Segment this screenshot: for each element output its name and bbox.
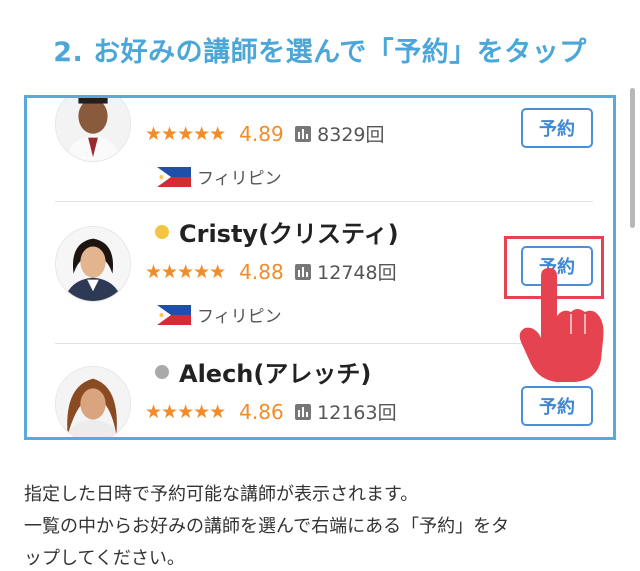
- rating-value: 4.86: [239, 399, 284, 424]
- teacher-name-line: Cristy(クリスティ): [155, 214, 399, 249]
- step-title: 2. お好みの講師を選んで「予約」をタップ: [53, 37, 587, 68]
- pointing-hand-icon: [519, 268, 604, 382]
- rating-line: ★★★★★ 4.89 8329回: [145, 120, 385, 147]
- rating-stars: ★★★★★: [145, 122, 226, 145]
- philippines-flag-icon: [157, 304, 191, 325]
- lesson-count: 12748回: [317, 262, 397, 284]
- teacher-avatar: [55, 366, 131, 437]
- country-label: フィリピン: [197, 307, 282, 327]
- scrollbar[interactable]: [630, 88, 635, 228]
- teacher-avatar: [55, 226, 131, 302]
- rating-stars: ★★★★★: [145, 260, 226, 283]
- lesson-count-icon: [295, 125, 312, 142]
- lesson-count-icon: [295, 263, 312, 280]
- offline-status-dot: [155, 364, 169, 379]
- description-line: 指定した日時で予約可能な講師が表示されます。: [24, 484, 419, 505]
- teacher-list-screenshot: ★★★★★ 4.89 8329回 フィリピン 予約 Cristy(クリスティ) …: [24, 95, 616, 440]
- teacher-name-line: Alech(アレッチ): [155, 354, 371, 389]
- step-description: 指定した日時で予約可能な講師が表示されます。 一覧の中からお好みの講師を選んで右…: [24, 479, 624, 571]
- rating-value: 4.89: [239, 121, 284, 146]
- teacher-avatar: [55, 98, 131, 162]
- rating-stars: ★★★★★: [145, 400, 226, 423]
- online-status-dot: [155, 224, 169, 239]
- country-label: フィリピン: [197, 169, 282, 189]
- rating-value: 4.88: [239, 259, 284, 284]
- reserve-button[interactable]: 予約: [521, 108, 593, 148]
- lesson-count: 8329回: [317, 124, 385, 146]
- lesson-count: 12163回: [317, 402, 397, 424]
- teacher-name: Cristy(クリスティ): [179, 220, 399, 248]
- reserve-button[interactable]: 予約: [521, 386, 593, 426]
- teacher-name: Alech(アレッチ): [179, 360, 372, 388]
- country-line: フィリピン: [157, 164, 282, 189]
- country-line: フィリピン: [157, 302, 282, 327]
- description-line: 一覧の中からお好みの講師を選んで右端にある「予約」をタ: [24, 516, 510, 537]
- rating-line: ★★★★★ 4.88 12748回: [145, 258, 397, 285]
- philippines-flag-icon: [157, 166, 191, 187]
- description-line: ップしてください。: [24, 548, 185, 569]
- lesson-count-icon: [295, 403, 312, 420]
- teacher-row: ★★★★★ 4.89 8329回 フィリピン 予約: [27, 98, 613, 208]
- rating-line: ★★★★★ 4.86 12163回: [145, 398, 397, 425]
